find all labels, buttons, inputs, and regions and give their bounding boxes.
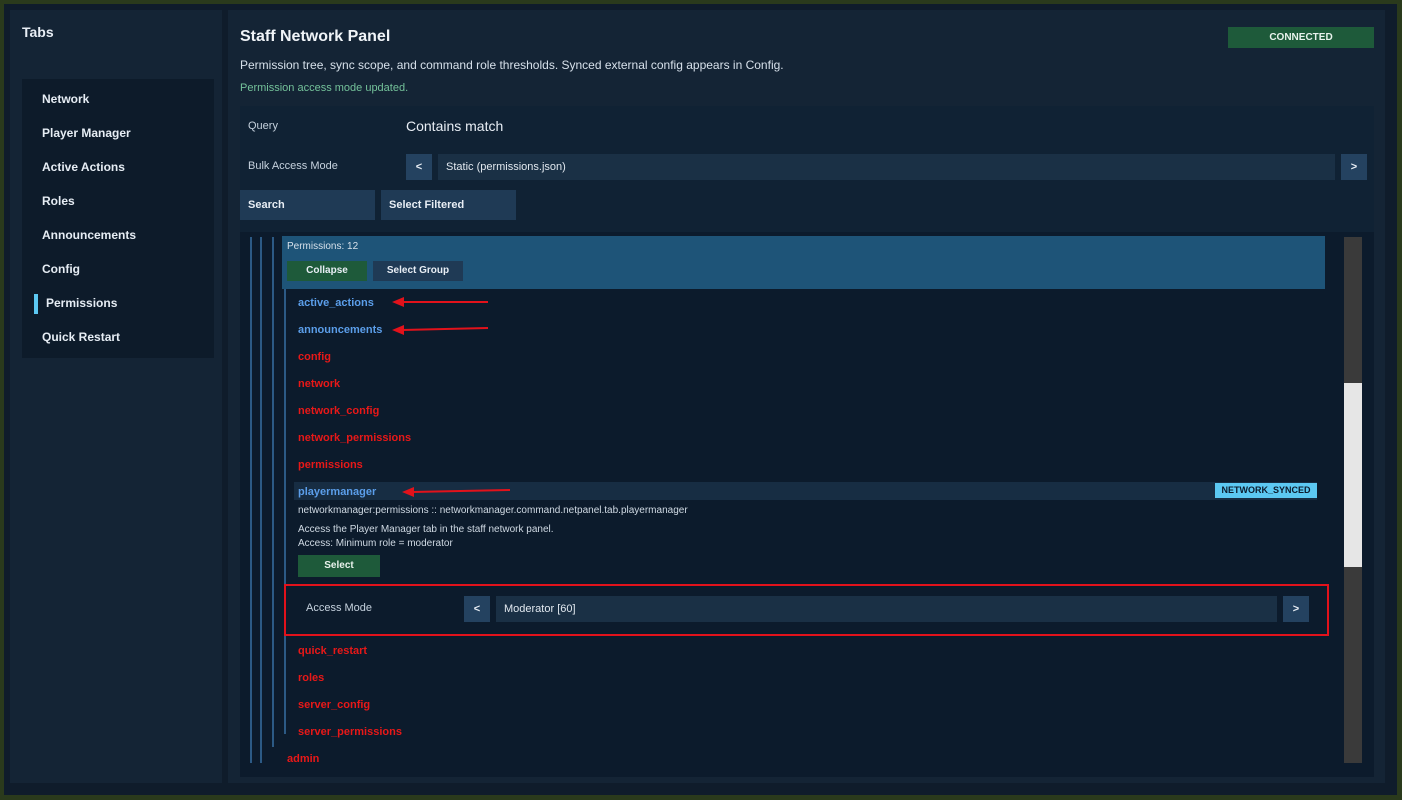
sidebar-item-roles[interactable]: Roles	[22, 186, 214, 216]
tree-scrollbar[interactable]	[1344, 237, 1362, 763]
active-tab-marker	[34, 294, 38, 314]
sidebar-item-permissions[interactable]: Permissions	[22, 288, 214, 318]
access-mode-row: Access Mode < Moderator [60] >	[284, 584, 1329, 636]
permission-group-item[interactable]: admin	[287, 752, 319, 766]
access-mode-next-button[interactable]: >	[1283, 596, 1309, 622]
sidebar-item-announcements[interactable]: Announcements	[22, 220, 214, 250]
sidebar-tab-list: Network Player Manager Active Actions Ro…	[22, 79, 214, 358]
permission-item-expanded[interactable]: playermanager	[298, 485, 376, 499]
main-panel: Staff Network Panel CONNECTED Permission…	[228, 10, 1385, 783]
bulk-prev-button[interactable]: <	[406, 154, 432, 180]
permission-item[interactable]: config	[298, 350, 331, 364]
collapse-button[interactable]: Collapse	[287, 261, 367, 281]
permission-item[interactable]: server_config	[298, 698, 370, 712]
annotation-arrow	[402, 487, 511, 497]
permission-item[interactable]: permissions	[298, 458, 363, 472]
annotation-arrow	[392, 297, 488, 307]
connection-status-badge: CONNECTED	[1228, 27, 1374, 48]
sidebar: Tabs Network Player Manager Active Actio…	[10, 10, 222, 783]
permission-item[interactable]: active_actions	[298, 296, 374, 310]
bulk-next-button[interactable]: >	[1341, 154, 1367, 180]
tree-guide-line	[260, 237, 262, 763]
page-subtitle: Permission tree, sync scope, and command…	[240, 58, 784, 72]
tree-guide-line	[272, 237, 274, 747]
access-mode-prev-button[interactable]: <	[464, 596, 490, 622]
tree-guide-line	[250, 237, 252, 763]
tree-guide-line	[284, 287, 286, 734]
permission-tree: Permissions: 12 Collapse Select Group ac…	[240, 232, 1374, 777]
permission-item[interactable]: network_permissions	[298, 431, 411, 445]
select-group-button[interactable]: Select Group	[373, 261, 463, 281]
sidebar-item-label: Permissions	[46, 296, 118, 310]
page-title: Staff Network Panel	[240, 28, 391, 45]
permission-item[interactable]: roles	[298, 671, 324, 685]
sidebar-item-player-manager[interactable]: Player Manager	[22, 118, 214, 148]
status-message: Permission access mode updated.	[240, 82, 409, 94]
permission-item[interactable]: announcements	[298, 323, 382, 337]
permission-item[interactable]: quick_restart	[298, 644, 367, 658]
permission-description: Access the Player Manager tab in the sta…	[298, 524, 554, 535]
permission-item[interactable]: network	[298, 377, 340, 391]
scrollbar-thumb[interactable]	[1344, 383, 1362, 567]
access-mode-label: Access Mode	[306, 602, 373, 614]
query-label: Query	[248, 120, 278, 132]
annotation-arrow	[392, 325, 489, 335]
search-button[interactable]: Search	[240, 190, 375, 220]
sidebar-item-active-actions[interactable]: Active Actions	[22, 152, 214, 182]
permission-item[interactable]: network_config	[298, 404, 379, 418]
group-permission-count: Permissions: 12	[287, 241, 359, 252]
sidebar-item-config[interactable]: Config	[22, 254, 214, 284]
select-permission-button[interactable]: Select	[298, 555, 380, 577]
permission-item[interactable]: server_permissions	[298, 725, 402, 739]
sidebar-item-network[interactable]: Network	[22, 84, 214, 114]
sidebar-item-quick-restart[interactable]: Quick Restart	[22, 322, 214, 352]
access-mode-select[interactable]: Moderator [60]	[496, 596, 1277, 622]
query-mode-value[interactable]: Contains match	[406, 118, 503, 134]
permission-access-text: Access: Minimum role = moderator	[298, 538, 453, 549]
permission-node: networkmanager:permissions :: networkman…	[298, 505, 688, 516]
permission-group-header: Permissions: 12 Collapse Select Group	[282, 236, 1325, 289]
network-synced-badge: NETWORK_SYNCED	[1215, 483, 1317, 498]
bulk-access-label: Bulk Access Mode	[248, 160, 338, 172]
filter-controls: Query Contains match Bulk Access Mode < …	[240, 106, 1374, 232]
bulk-access-mode-select[interactable]: Static (permissions.json)	[438, 154, 1335, 180]
sidebar-title: Tabs	[22, 24, 54, 40]
select-filtered-button[interactable]: Select Filtered	[381, 190, 516, 220]
